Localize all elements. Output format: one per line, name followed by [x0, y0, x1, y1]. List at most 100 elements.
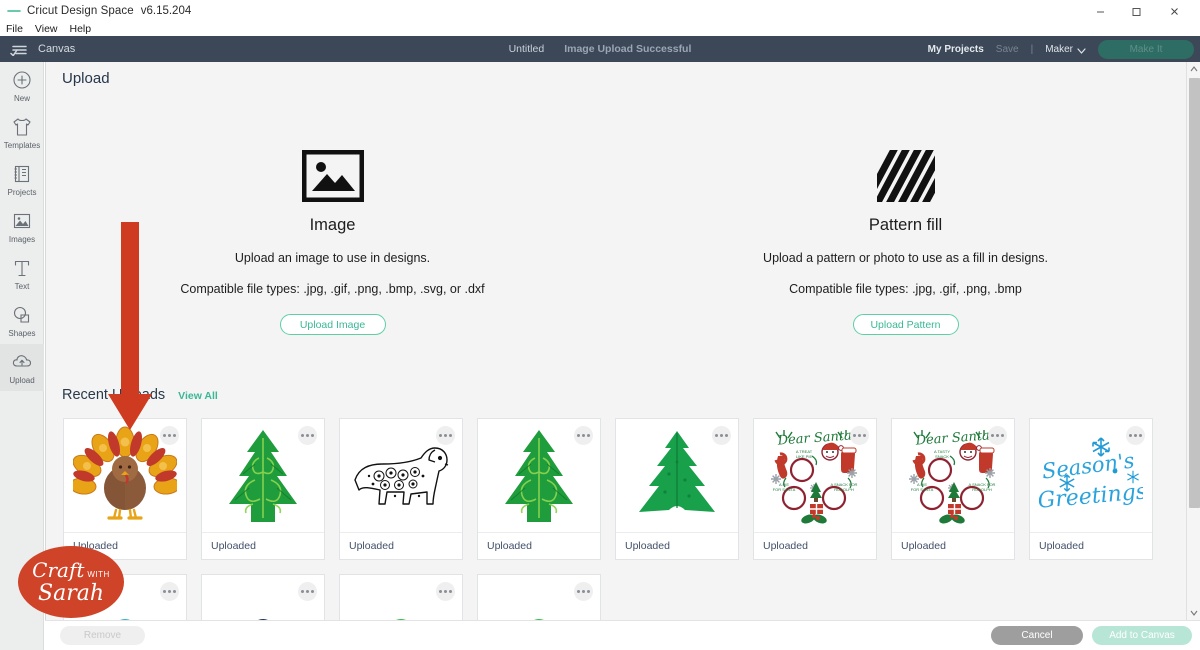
- sidebar-label-new: New: [13, 94, 30, 103]
- menu-item-file[interactable]: File: [6, 23, 23, 35]
- upload-caption: Uploaded: [340, 532, 462, 559]
- more-options-icon[interactable]: [574, 426, 593, 445]
- sidebar-label-projects: Projects: [7, 188, 37, 197]
- more-options-icon[interactable]: [1126, 426, 1145, 445]
- hamburger-icon[interactable]: [0, 36, 38, 62]
- upload-card[interactable]: Uploaded: [63, 418, 187, 560]
- upload-caption: Uploaded: [754, 532, 876, 559]
- upload-caption: Uploaded: [478, 532, 600, 559]
- upload-card[interactable]: Season's Greetings Uploaded: [1029, 418, 1153, 560]
- sidebar-item-templates[interactable]: Templates: [0, 109, 44, 156]
- more-options-icon[interactable]: [988, 426, 1007, 445]
- remove-button[interactable]: Remove: [60, 626, 145, 645]
- maximize-icon[interactable]: [1118, 0, 1154, 22]
- window-title: Cricut Design Space: [27, 5, 134, 17]
- upload-options: Image Upload an image to use in designs.…: [46, 140, 1193, 335]
- svg-text:FOR SANTA: FOR SANTA: [911, 487, 934, 492]
- upload-pattern-button[interactable]: Upload Pattern: [852, 314, 959, 335]
- app-window: Cricut Design Space v6.15.204 File View …: [0, 0, 1200, 650]
- svg-text:FOR SANTA: FOR SANTA: [773, 487, 796, 492]
- upload-card[interactable]: [477, 574, 601, 622]
- footer-action-bar: Remove Cancel Add to Canvas: [45, 620, 1200, 650]
- view-all-link[interactable]: View All: [178, 390, 218, 402]
- menu-item-view[interactable]: View: [35, 23, 58, 35]
- sidebar-item-new[interactable]: New: [0, 62, 44, 109]
- upload-caption: Uploaded: [616, 532, 738, 559]
- option-desc-pattern: Upload a pattern or photo to use as a fi…: [763, 251, 1048, 265]
- upload-caption: Uploaded: [1030, 532, 1152, 559]
- upload-card[interactable]: [201, 574, 325, 622]
- sidebar-item-images[interactable]: Images: [0, 203, 44, 250]
- sidebar-item-projects[interactable]: Projects: [0, 156, 44, 203]
- svg-text:RUDOLPH: RUDOLPH: [834, 487, 854, 492]
- image-placeholder-icon: [301, 140, 364, 202]
- upload-card[interactable]: Uploaded: [615, 418, 739, 560]
- picture-icon: [11, 210, 33, 232]
- scrollbar-thumb[interactable]: [1189, 78, 1200, 508]
- more-options-icon[interactable]: [160, 582, 179, 601]
- recent-uploads-header: Recent Uploads View All: [62, 387, 218, 403]
- chevron-down-icon: [1077, 46, 1086, 54]
- recent-uploads-grid: Uploaded Uploaded Uploaded Uploaded Uplo…: [63, 418, 1183, 622]
- upload-card[interactable]: [339, 574, 463, 622]
- app-version: v6.15.204: [140, 5, 192, 17]
- option-filetypes-pattern: Compatible file types: .jpg, .gif, .png,…: [789, 282, 1022, 296]
- upload-card[interactable]: Dear Santa A TASTY SNACK A PIE FOR SANTA A…: [891, 418, 1015, 560]
- plus-circle-icon: [11, 69, 33, 91]
- upload-card[interactable]: Dear Santa A TREAT LIKE PIE A PIE FOR SANT…: [753, 418, 877, 560]
- scroll-up-icon[interactable]: [1187, 62, 1200, 76]
- header-right-group: My Projects Save | Maker Make It: [928, 36, 1194, 62]
- tshirt-icon: [11, 116, 33, 138]
- text-t-icon: [11, 257, 33, 279]
- shapes-icon: [11, 304, 33, 326]
- minimize-icon[interactable]: [1082, 0, 1118, 22]
- save-button[interactable]: Save: [996, 44, 1019, 55]
- watermark-sarah: Sarah: [38, 580, 104, 606]
- more-options-icon[interactable]: [850, 426, 869, 445]
- sidebar-item-shapes[interactable]: Shapes: [0, 297, 44, 344]
- watermark-craft: Craft: [32, 557, 85, 582]
- upload-card[interactable]: Uploaded: [477, 418, 601, 560]
- svg-text:Season's: Season's: [1041, 448, 1136, 483]
- machine-selector[interactable]: Maker: [1045, 44, 1086, 55]
- sidebar-label-templates: Templates: [3, 141, 41, 150]
- upload-image-button[interactable]: Upload Image: [279, 314, 386, 335]
- recent-uploads-title: Recent Uploads: [62, 387, 166, 403]
- cancel-button[interactable]: Cancel: [991, 626, 1083, 645]
- more-options-icon[interactable]: [436, 582, 455, 601]
- menu-item-help[interactable]: Help: [70, 23, 92, 35]
- upload-card[interactable]: Uploaded: [201, 418, 325, 560]
- upload-card[interactable]: Uploaded: [339, 418, 463, 560]
- status-message: Image Upload Successful: [564, 43, 692, 55]
- close-icon[interactable]: [1156, 0, 1192, 22]
- more-options-icon[interactable]: [298, 582, 317, 601]
- my-projects-link[interactable]: My Projects: [928, 44, 984, 55]
- watermark-logo: Craft WITH Sarah: [18, 546, 124, 618]
- sidebar-label-upload: Upload: [9, 376, 35, 385]
- more-options-icon[interactable]: [436, 426, 455, 445]
- upload-option-image: Image Upload an image to use in designs.…: [46, 140, 619, 335]
- option-heading-pattern: Pattern fill: [868, 216, 943, 234]
- canvas-label[interactable]: Canvas: [38, 43, 75, 55]
- upload-cloud-icon: [11, 351, 33, 373]
- page-title: Upload: [62, 70, 110, 87]
- app-logo-icon: [7, 5, 21, 17]
- option-desc-image: Upload an image to use in designs.: [234, 251, 431, 265]
- more-options-icon[interactable]: [160, 426, 179, 445]
- window-title-bar: Cricut Design Space v6.15.204: [0, 0, 1200, 22]
- upload-caption: Uploaded: [892, 532, 1014, 559]
- make-it-button[interactable]: Make It: [1098, 39, 1194, 59]
- more-options-icon[interactable]: [574, 582, 593, 601]
- svg-text:RUDOLPH: RUDOLPH: [972, 487, 992, 492]
- option-filetypes-image: Compatible file types: .jpg, .gif, .png,…: [180, 282, 485, 296]
- header-divider: |: [1030, 43, 1034, 55]
- app-header: Canvas Untitled Image Upload Successful …: [0, 36, 1200, 62]
- project-name[interactable]: Untitled: [509, 43, 545, 55]
- sidebar-item-upload[interactable]: Upload: [0, 344, 44, 391]
- more-options-icon[interactable]: [298, 426, 317, 445]
- vertical-scrollbar[interactable]: [1186, 62, 1200, 620]
- scroll-down-icon[interactable]: [1187, 606, 1200, 620]
- add-to-canvas-button[interactable]: Add to Canvas: [1092, 626, 1192, 645]
- sidebar-item-text[interactable]: Text: [0, 250, 44, 297]
- more-options-icon[interactable]: [712, 426, 731, 445]
